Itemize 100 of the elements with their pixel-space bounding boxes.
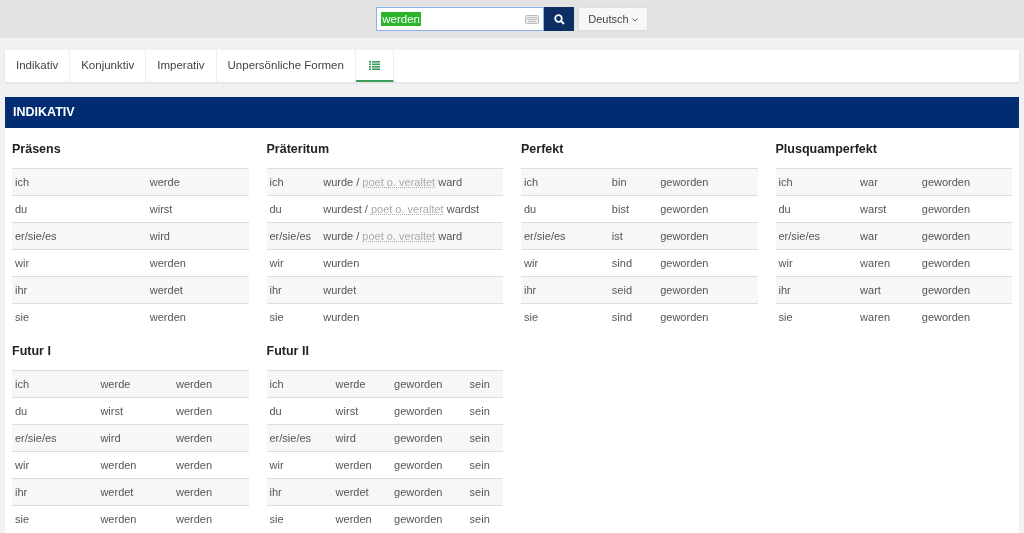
table-cell: war — [857, 222, 919, 250]
tab[interactable]: Konjunktiv — [70, 50, 147, 82]
table-cell: du — [12, 397, 98, 425]
table-cell: er/sie/es — [12, 424, 98, 452]
table-cell: du — [266, 195, 321, 223]
table-cell: wird — [146, 222, 249, 250]
table-cell: du — [775, 195, 858, 223]
table-cell: geworden — [657, 303, 758, 331]
table-cell: wir — [12, 451, 98, 479]
table-cell: ist — [608, 222, 658, 250]
table-cell: sie — [266, 505, 333, 533]
table-cell: sein — [466, 505, 503, 533]
table-cell: waren — [857, 249, 919, 277]
table-cell: wir — [775, 249, 858, 277]
table-cell: werden — [332, 451, 392, 479]
table-cell: werdet — [97, 478, 173, 506]
list-view-tab[interactable] — [355, 50, 394, 82]
table-cell: sein — [466, 478, 503, 506]
table-cell: du — [521, 195, 609, 223]
table-cell: du — [266, 397, 333, 425]
search-query: werden — [381, 12, 421, 26]
table-cell: wurde / poet o. veraltet ward — [320, 222, 503, 250]
language-dropdown[interactable]: Deutsch — [578, 7, 648, 31]
table-cell: bin — [608, 168, 658, 196]
table-cell: ich — [775, 168, 858, 196]
table-cell: ich — [521, 168, 609, 196]
table-cell: geworden — [657, 249, 758, 277]
table-cell: sind — [608, 303, 658, 331]
table-cell: geworden — [918, 222, 1012, 250]
table-cell: wir — [521, 249, 609, 277]
table-cell: geworden — [657, 168, 758, 196]
table-cell: bist — [608, 195, 658, 223]
table-cell: er/sie/es — [521, 222, 609, 250]
table-cell: war — [857, 168, 919, 196]
table-cell: werden — [146, 303, 249, 331]
table-cell: wart — [857, 276, 919, 304]
table-cell: wirst — [332, 397, 392, 425]
table-cell: werdet — [332, 478, 392, 506]
table-cell: wir — [12, 249, 147, 277]
keyboard-icon[interactable] — [525, 14, 540, 24]
table-cell: werden — [146, 249, 249, 277]
table-cell: geworden — [918, 195, 1012, 223]
table-cell: ihr — [12, 276, 147, 304]
table-cell: er/sie/es — [775, 222, 858, 250]
table-cell: werden — [172, 370, 249, 398]
table-cell: waren — [857, 303, 919, 331]
table-cell: geworden — [918, 303, 1012, 331]
tense-title: Präteritum — [266, 141, 331, 158]
table-cell: wird — [97, 424, 173, 452]
table-cell: er/sie/es — [266, 424, 333, 452]
table-cell: sie — [12, 505, 98, 533]
table-cell: geworden — [391, 451, 467, 479]
table-cell: wurden — [320, 303, 503, 331]
table-cell: werden — [172, 505, 249, 533]
table-cell: werden — [332, 505, 392, 533]
table-cell: seid — [608, 276, 658, 304]
table-cell: geworden — [918, 276, 1012, 304]
table-cell: werden — [172, 397, 249, 425]
table-cell: geworden — [391, 397, 467, 425]
table-cell: ich — [266, 370, 333, 398]
table-cell: sein — [466, 397, 503, 425]
caret-icon — [631, 17, 638, 22]
table-cell: werde — [146, 168, 249, 196]
search-button[interactable] — [544, 7, 575, 31]
table-cell: wir — [266, 249, 321, 277]
table-cell: werden — [172, 424, 249, 452]
table-cell: er/sie/es — [266, 222, 321, 250]
table-cell: ihr — [12, 478, 98, 506]
tab[interactable]: Unpersönliche Formen — [216, 50, 356, 82]
table-cell: geworden — [657, 195, 758, 223]
section-header: INDIKATIV — [5, 97, 1019, 128]
table-cell: warst — [857, 195, 919, 223]
table-cell: sie — [775, 303, 858, 331]
table-cell: geworden — [391, 505, 467, 533]
table-cell: sind — [608, 249, 658, 277]
table-cell: sein — [466, 370, 503, 398]
table-cell: wirst — [97, 397, 173, 425]
table-cell: ihr — [266, 478, 333, 506]
tense-title: Futur I — [12, 343, 52, 361]
table-cell: geworden — [657, 222, 758, 250]
table-cell: wird — [332, 424, 392, 452]
tab[interactable]: Imperativ — [146, 50, 217, 82]
table-cell: ich — [12, 168, 147, 196]
table-cell: wir — [266, 451, 333, 479]
table-cell: werdet — [146, 276, 249, 304]
table-cell: sie — [266, 303, 321, 331]
table-cell: sie — [521, 303, 609, 331]
table-cell: du — [12, 195, 147, 223]
table-cell: werden — [97, 505, 173, 533]
table-cell: sie — [12, 303, 147, 331]
table-cell: sein — [466, 451, 503, 479]
table-cell: geworden — [918, 249, 1012, 277]
tense-title: Perfekt — [521, 141, 565, 158]
tense-title: Futur II — [266, 343, 310, 361]
table-cell: wurde / poet o. veraltet ward — [320, 168, 503, 196]
table-cell: wirst — [146, 195, 249, 223]
tab[interactable]: Indikativ — [5, 50, 71, 82]
tense-title: Plusquamperfekt — [775, 141, 878, 158]
table-cell: werden — [172, 478, 249, 506]
tense-title: Präsens — [12, 141, 62, 158]
